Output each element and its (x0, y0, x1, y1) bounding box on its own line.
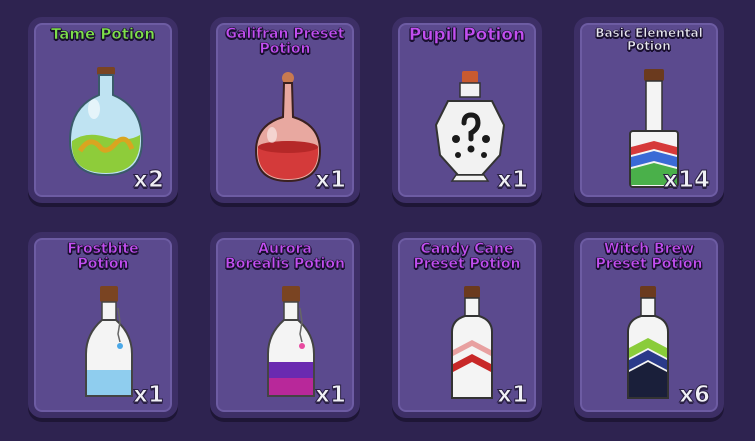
inventory-slot-basic-elemental-potion[interactable]: Basic Elemental Potion x14 (574, 17, 724, 203)
inventory-slot-candy-cane-preset-potion[interactable]: Candy Cane Preset Potion x1 (392, 232, 542, 418)
item-count: x1 (315, 382, 347, 409)
item-count: x1 (133, 382, 165, 409)
item-count: x1 (497, 167, 529, 194)
item-count: x1 (315, 167, 347, 194)
potion-inventory-grid: Tame Potion x2 Galifran Preset Potion x1… (0, 0, 755, 441)
inventory-slot-galifran-preset-potion[interactable]: Galifran Preset Potion x1 (210, 17, 360, 203)
inventory-slot-aurora-borealis-potion[interactable]: Aurora Borealis Potion x1 (210, 232, 360, 418)
inventory-slot-frostbite-potion[interactable]: Frostbite Potion x1 (28, 232, 178, 418)
item-count: x6 (679, 382, 711, 409)
inventory-slot-witch-brew-preset-potion[interactable]: Witch Brew Preset Potion x6 (574, 232, 724, 418)
inventory-slot-tame-potion[interactable]: Tame Potion x2 (28, 17, 178, 203)
item-count: x2 (133, 167, 165, 194)
item-count: x14 (663, 167, 711, 194)
item-count: x1 (497, 382, 529, 409)
inventory-slot-pupil-potion[interactable]: Pupil Potion x1 (392, 17, 542, 203)
